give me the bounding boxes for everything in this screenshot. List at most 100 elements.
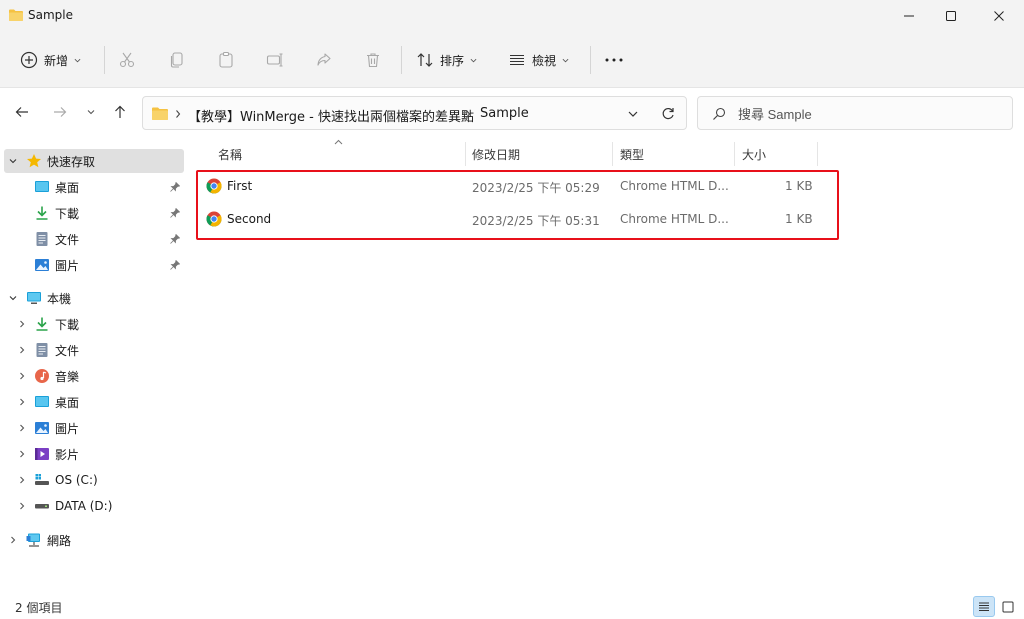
sidebar-item-quick-access[interactable]: 快速存取 (4, 149, 184, 173)
rename-icon (266, 53, 283, 67)
view-icon (510, 54, 524, 66)
sidebar-item-label: 快速存取 (47, 154, 96, 169)
sidebar-item-network[interactable]: 網路 (0, 528, 184, 552)
music-icon (35, 369, 49, 383)
copy-button[interactable] (168, 44, 186, 76)
cut-button[interactable] (118, 44, 136, 76)
file-name[interactable]: First (227, 179, 252, 193)
column-divider[interactable] (612, 142, 613, 166)
view-button[interactable]: 檢視 (508, 44, 569, 76)
tiles-view-button[interactable] (997, 596, 1019, 617)
recent-locations-button[interactable] (80, 101, 102, 123)
chevron-right-icon[interactable] (17, 475, 27, 485)
drive-d-icon (35, 504, 49, 509)
download-icon (36, 317, 48, 331)
sidebar-item-downloads[interactable]: 下載 (0, 201, 184, 225)
chevron-right-icon[interactable] (17, 501, 27, 511)
desktop-icon (35, 181, 49, 192)
sidebar-item-label: DATA (D:) (55, 499, 113, 513)
sidebar-item-label: 文件 (55, 232, 80, 247)
column-header-size[interactable]: 大小 (742, 140, 766, 168)
refresh-button[interactable] (658, 105, 678, 123)
chevron-right-icon[interactable] (17, 397, 27, 407)
delete-button[interactable] (364, 44, 382, 76)
file-row-first[interactable]: First 2023/2/25 下午 05:29 Chrome HTML D..… (193, 170, 833, 203)
sidebar-item-label: OS (C:) (55, 473, 98, 487)
sidebar-item-videos[interactable]: 影片 (0, 442, 184, 466)
sidebar-item-drive-d[interactable]: DATA (D:) (0, 494, 184, 518)
sidebar-item-pc-pictures[interactable]: 圖片 (0, 416, 184, 440)
sidebar-item-label: 影片 (55, 447, 80, 462)
column-header-type[interactable]: 類型 (620, 140, 644, 168)
breadcrumb-current[interactable]: Sample (480, 106, 529, 121)
drive-c-icon (35, 474, 49, 485)
maximize-icon (946, 11, 956, 21)
sidebar-item-documents[interactable]: 文件 (0, 227, 184, 251)
pictures-icon (35, 259, 49, 271)
details-view-icon (979, 602, 989, 611)
back-button[interactable] (11, 101, 33, 123)
more-button[interactable] (604, 44, 624, 76)
minimize-button[interactable] (886, 0, 932, 32)
close-icon (994, 11, 1004, 21)
sidebar-item-this-pc[interactable]: 本機 (0, 286, 184, 310)
sidebar-item-label: 下載 (55, 206, 80, 221)
file-name[interactable]: Second (227, 212, 271, 226)
column-divider[interactable] (817, 142, 818, 166)
chevron-right-icon[interactable] (17, 371, 27, 381)
address-row: 【教學】WinMerge - 快速找出兩個檔案的差異點 Sample (0, 89, 1024, 137)
address-bar[interactable]: 【教學】WinMerge - 快速找出兩個檔案的差異點 Sample (142, 96, 687, 130)
chevron-right-icon[interactable] (17, 319, 27, 329)
sidebar-item-label: 桌面 (55, 180, 80, 195)
address-dropdown-button[interactable] (623, 105, 643, 123)
chevron-right-icon[interactable] (17, 449, 27, 459)
sidebar-item-pc-documents[interactable]: 文件 (0, 338, 184, 362)
sidebar-item-pictures[interactable]: 圖片 (0, 253, 184, 277)
new-label: 新增 (44, 53, 69, 68)
chevron-right-icon[interactable] (8, 535, 18, 545)
column-divider[interactable] (734, 142, 735, 166)
sort-icon (417, 53, 433, 67)
close-button[interactable] (976, 0, 1022, 32)
chrome-icon (206, 178, 222, 194)
up-button[interactable] (109, 101, 131, 123)
details-view-button[interactable] (973, 596, 995, 617)
sidebar-item-pc-desktop[interactable]: 桌面 (0, 390, 184, 414)
pin-icon (170, 208, 180, 218)
item-count: 2 個項目 (15, 601, 63, 615)
file-size: 1 KB (785, 179, 813, 193)
pictures-icon (35, 422, 49, 434)
column-divider[interactable] (465, 142, 466, 166)
sidebar-item-pc-downloads[interactable]: 下載 (0, 312, 184, 336)
file-row-second[interactable]: Second 2023/2/25 下午 05:31 Chrome HTML D.… (193, 203, 833, 236)
chevron-right-icon[interactable] (17, 345, 27, 355)
maximize-button[interactable] (928, 0, 974, 32)
rename-button[interactable] (266, 44, 284, 76)
column-header-modified[interactable]: 修改日期 (472, 140, 520, 168)
videos-icon (35, 448, 49, 460)
sidebar-item-drive-c[interactable]: OS (C:) (0, 468, 184, 492)
sort-ascending-icon (334, 139, 343, 145)
search-input[interactable] (738, 104, 998, 124)
column-header-name[interactable]: 名稱 (218, 140, 242, 168)
share-icon (317, 53, 331, 66)
sort-label: 排序 (440, 53, 465, 68)
new-button[interactable]: 新增 (20, 44, 81, 76)
navigation-pane: 快速存取 桌面 下載 文件 圖片 本機 下載 文件 音樂 桌面 圖片 影片 OS… (0, 138, 188, 593)
toolbar-divider (104, 46, 105, 74)
sidebar-item-desktop[interactable]: 桌面 (0, 175, 184, 199)
chevron-right-icon (176, 110, 181, 118)
chevron-down-icon[interactable] (8, 293, 18, 303)
chevron-down-icon[interactable] (8, 156, 18, 166)
desktop-icon (35, 396, 49, 407)
paste-button[interactable] (217, 44, 235, 76)
breadcrumb-parent[interactable]: 【教學】WinMerge - 快速找出兩個檔案的差異點 (188, 106, 474, 125)
share-button[interactable] (315, 44, 333, 76)
sidebar-item-label: 下載 (55, 317, 80, 332)
file-size: 1 KB (785, 212, 813, 226)
chevron-right-icon[interactable] (17, 423, 27, 433)
arrow-left-icon (15, 107, 28, 117)
sort-button[interactable]: 排序 (416, 44, 477, 76)
forward-button[interactable] (49, 101, 71, 123)
sidebar-item-music[interactable]: 音樂 (0, 364, 184, 388)
